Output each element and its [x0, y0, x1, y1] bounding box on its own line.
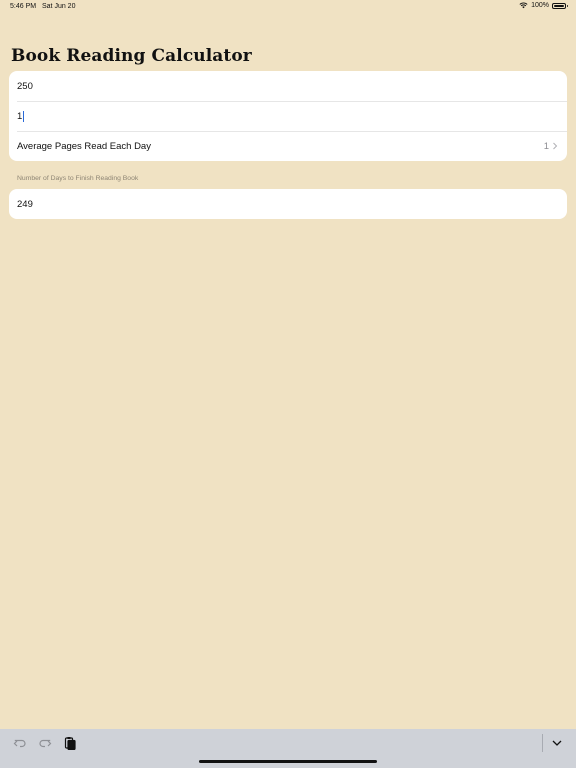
status-date: Sat Jun 20: [42, 3, 76, 10]
pages-read-row[interactable]: 1: [9, 101, 567, 131]
wifi-icon: [519, 2, 528, 9]
average-pages-row[interactable]: Average Pages Read Each Day 1: [9, 131, 567, 161]
toolbar-divider: [542, 734, 543, 752]
result-row: 249: [9, 189, 567, 219]
input-card: 1 Average Pages Read Each Day 1: [9, 71, 567, 161]
total-pages-input[interactable]: [17, 80, 517, 92]
text-cursor: [23, 110, 25, 122]
status-time: 5:46 PM: [10, 3, 37, 10]
total-pages-row[interactable]: [9, 71, 567, 101]
undo-icon[interactable]: [12, 735, 28, 751]
result-card: 249: [9, 189, 567, 219]
result-value: 249: [17, 198, 33, 210]
battery-icon: [552, 2, 568, 9]
redo-icon[interactable]: [37, 735, 53, 751]
status-indicators: 100%: [519, 2, 568, 9]
status-bar: 5:46 PM Sat Jun 20 100%: [0, 0, 576, 14]
chevron-right-icon: [551, 142, 559, 150]
paste-icon[interactable]: [62, 735, 78, 751]
average-pages-value: 1: [543, 140, 549, 152]
average-pages-label: Average Pages Read Each Day: [17, 140, 151, 152]
result-section-header: Number of Days to Finish Reading Book: [17, 175, 139, 182]
home-indicator: [199, 760, 377, 763]
battery-percentage: 100%: [531, 2, 549, 9]
chevron-down-icon[interactable]: [549, 735, 565, 751]
page-title: Book Reading Calculator: [11, 46, 252, 66]
pages-read-input[interactable]: 1: [17, 111, 22, 122]
